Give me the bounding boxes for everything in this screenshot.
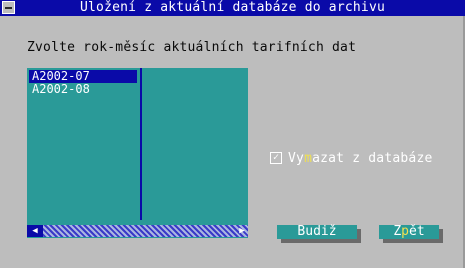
back-button[interactable]: Zpět [379, 225, 439, 239]
window-title: Uložení z aktuální databáze do archivu [79, 0, 385, 15]
title-bar[interactable]: Uložení z aktuální databáze do archivu [0, 0, 465, 16]
delete-from-database-toggle[interactable]: ✓ Vymazat z databáze [270, 150, 433, 166]
hotkey-letter: m [304, 150, 313, 166]
prompt-label: Zvolte rok-měsíc aktuálních tarifních da… [27, 40, 357, 55]
arrow-left-icon[interactable]: ◀ [29, 225, 41, 237]
hotkey-letter: p [401, 224, 409, 239]
checkbox-label: Vymazat z databáze [288, 150, 433, 166]
ok-button[interactable]: Budiž [277, 225, 357, 239]
month-listbox[interactable]: A2002-07 A2002-08 ◀ ▶ [27, 68, 248, 238]
checkbox-checked-icon[interactable]: ✓ [270, 152, 282, 164]
dialog-window: Uložení z aktuální databáze do archivu Z… [0, 0, 465, 268]
arrow-right-icon[interactable]: ▶ [236, 225, 248, 237]
horizontal-scrollbar[interactable]: ◀ ▶ [27, 225, 248, 237]
list-item[interactable]: A2002-08 [29, 83, 137, 96]
column-divider [140, 68, 142, 220]
